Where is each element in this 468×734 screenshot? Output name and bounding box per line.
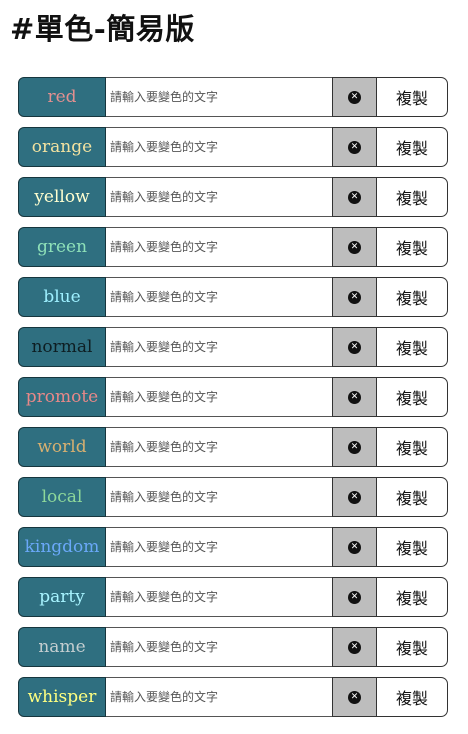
close-circle-icon: ✕ bbox=[348, 290, 361, 304]
copy-button-normal[interactable]: 複製 bbox=[377, 327, 448, 367]
color-row-blue: blue ✕ 複製 bbox=[18, 277, 448, 317]
text-input-promote[interactable] bbox=[106, 377, 332, 417]
color-label-red[interactable]: red bbox=[18, 77, 106, 117]
color-label-local[interactable]: local bbox=[18, 477, 106, 517]
copy-button-blue[interactable]: 複製 bbox=[377, 277, 448, 317]
color-label-blue[interactable]: blue bbox=[18, 277, 106, 317]
color-label-kingdom[interactable]: kingdom bbox=[18, 527, 106, 567]
color-row-list: red ✕ 複製 orange ✕ 複製 yellow ✕ 複製 green ✕… bbox=[18, 77, 448, 727]
clear-button-blue[interactable]: ✕ bbox=[332, 277, 377, 317]
text-input-party[interactable] bbox=[106, 577, 332, 617]
color-label-world[interactable]: world bbox=[18, 427, 106, 467]
close-circle-icon: ✕ bbox=[348, 390, 361, 404]
color-row-name: name ✕ 複製 bbox=[18, 627, 448, 667]
copy-button-promote[interactable]: 複製 bbox=[377, 377, 448, 417]
color-row-yellow: yellow ✕ 複製 bbox=[18, 177, 448, 217]
close-circle-icon: ✕ bbox=[348, 190, 361, 204]
clear-button-whisper[interactable]: ✕ bbox=[332, 677, 377, 717]
color-label-green[interactable]: green bbox=[18, 227, 106, 267]
close-circle-icon: ✕ bbox=[348, 540, 361, 554]
copy-button-red[interactable]: 複製 bbox=[377, 77, 448, 117]
clear-button-kingdom[interactable]: ✕ bbox=[332, 527, 377, 567]
close-circle-icon: ✕ bbox=[348, 340, 361, 354]
clear-button-promote[interactable]: ✕ bbox=[332, 377, 377, 417]
close-circle-icon: ✕ bbox=[348, 640, 361, 654]
clear-button-yellow[interactable]: ✕ bbox=[332, 177, 377, 217]
clear-button-red[interactable]: ✕ bbox=[332, 77, 377, 117]
text-input-normal[interactable] bbox=[106, 327, 332, 367]
clear-button-normal[interactable]: ✕ bbox=[332, 327, 377, 367]
copy-button-name[interactable]: 複製 bbox=[377, 627, 448, 667]
color-row-normal: normal ✕ 複製 bbox=[18, 327, 448, 367]
clear-button-name[interactable]: ✕ bbox=[332, 627, 377, 667]
color-row-promote: promote ✕ 複製 bbox=[18, 377, 448, 417]
copy-button-green[interactable]: 複製 bbox=[377, 227, 448, 267]
copy-button-world[interactable]: 複製 bbox=[377, 427, 448, 467]
color-label-orange[interactable]: orange bbox=[18, 127, 106, 167]
copy-button-kingdom[interactable]: 複製 bbox=[377, 527, 448, 567]
close-circle-icon: ✕ bbox=[348, 240, 361, 254]
color-label-yellow[interactable]: yellow bbox=[18, 177, 106, 217]
text-input-world[interactable] bbox=[106, 427, 332, 467]
text-input-kingdom[interactable] bbox=[106, 527, 332, 567]
copy-button-orange[interactable]: 複製 bbox=[377, 127, 448, 167]
text-input-orange[interactable] bbox=[106, 127, 332, 167]
copy-button-yellow[interactable]: 複製 bbox=[377, 177, 448, 217]
close-circle-icon: ✕ bbox=[348, 490, 361, 504]
color-row-green: green ✕ 複製 bbox=[18, 227, 448, 267]
text-input-local[interactable] bbox=[106, 477, 332, 517]
copy-button-whisper[interactable]: 複製 bbox=[377, 677, 448, 717]
color-row-world: world ✕ 複製 bbox=[18, 427, 448, 467]
color-label-whisper[interactable]: whisper bbox=[18, 677, 106, 717]
color-row-local: local ✕ 複製 bbox=[18, 477, 448, 517]
color-label-normal[interactable]: normal bbox=[18, 327, 106, 367]
color-row-orange: orange ✕ 複製 bbox=[18, 127, 448, 167]
copy-button-local[interactable]: 複製 bbox=[377, 477, 448, 517]
close-circle-icon: ✕ bbox=[348, 140, 361, 154]
color-label-name[interactable]: name bbox=[18, 627, 106, 667]
color-label-party[interactable]: party bbox=[18, 577, 106, 617]
color-row-red: red ✕ 複製 bbox=[18, 77, 448, 117]
clear-button-world[interactable]: ✕ bbox=[332, 427, 377, 467]
close-circle-icon: ✕ bbox=[348, 690, 361, 704]
text-input-blue[interactable] bbox=[106, 277, 332, 317]
clear-button-party[interactable]: ✕ bbox=[332, 577, 377, 617]
text-input-yellow[interactable] bbox=[106, 177, 332, 217]
close-circle-icon: ✕ bbox=[348, 590, 361, 604]
copy-button-party[interactable]: 複製 bbox=[377, 577, 448, 617]
text-input-green[interactable] bbox=[106, 227, 332, 267]
clear-button-local[interactable]: ✕ bbox=[332, 477, 377, 517]
color-row-whisper: whisper ✕ 複製 bbox=[18, 677, 448, 717]
color-row-party: party ✕ 複製 bbox=[18, 577, 448, 617]
text-input-name[interactable] bbox=[106, 627, 332, 667]
clear-button-orange[interactable]: ✕ bbox=[332, 127, 377, 167]
color-row-kingdom: kingdom ✕ 複製 bbox=[18, 527, 448, 567]
text-input-red[interactable] bbox=[106, 77, 332, 117]
close-circle-icon: ✕ bbox=[348, 90, 361, 104]
color-label-promote[interactable]: promote bbox=[18, 377, 106, 417]
page-title: #單色-簡易版 bbox=[10, 12, 195, 46]
close-circle-icon: ✕ bbox=[348, 440, 361, 454]
clear-button-green[interactable]: ✕ bbox=[332, 227, 377, 267]
text-input-whisper[interactable] bbox=[106, 677, 332, 717]
